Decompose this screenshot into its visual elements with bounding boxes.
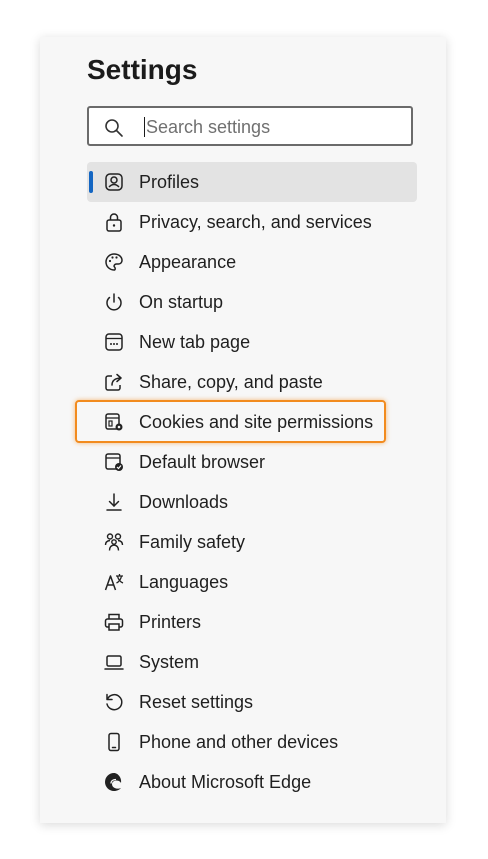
- edge-logo-icon: [103, 771, 125, 793]
- nav-item-phone-devices[interactable]: Phone and other devices: [87, 722, 417, 762]
- nav-item-default-browser[interactable]: Default browser: [87, 442, 417, 482]
- power-icon: [103, 291, 125, 313]
- nav-item-share-copy-paste[interactable]: Share, copy, and paste: [87, 362, 417, 402]
- search-input[interactable]: [144, 114, 403, 140]
- settings-panel: Settings Profiles Privacy, search, and s…: [40, 37, 446, 823]
- phone-icon: [103, 731, 125, 753]
- nav-item-label: Privacy, search, and services: [139, 212, 372, 232]
- nav-item-label: Languages: [139, 572, 229, 592]
- nav-item-printers[interactable]: Printers: [87, 602, 417, 642]
- nav-item-downloads[interactable]: Downloads: [87, 482, 417, 522]
- text-caret: [144, 117, 145, 137]
- nav-item-label: Default browser: [139, 452, 266, 472]
- nav-item-appearance[interactable]: Appearance: [87, 242, 417, 282]
- nav-item-label: Share, copy, and paste: [139, 372, 323, 392]
- new-tab-icon: [103, 331, 125, 353]
- nav-item-languages[interactable]: Languages: [87, 562, 417, 602]
- nav-item-label: Printers: [139, 612, 202, 632]
- family-icon: [103, 531, 125, 553]
- search-box[interactable]: [87, 106, 413, 146]
- nav-item-label: System: [139, 652, 200, 672]
- share-icon: [103, 371, 125, 393]
- nav-item-about-edge[interactable]: About Microsoft Edge: [87, 762, 417, 802]
- nav-item-label: Profiles: [139, 172, 200, 192]
- nav-item-label: Phone and other devices: [139, 732, 339, 752]
- languages-icon: [103, 571, 125, 593]
- download-icon: [103, 491, 125, 513]
- nav-item-profiles[interactable]: Profiles: [87, 162, 417, 202]
- settings-nav: Profiles Privacy, search, and services A…: [87, 162, 417, 802]
- nav-item-label: Downloads: [139, 492, 229, 512]
- page-title: Settings: [87, 54, 198, 85]
- nav-item-reset-settings[interactable]: Reset settings: [87, 682, 417, 722]
- cookies-permissions-icon: [103, 411, 125, 433]
- nav-item-new-tab-page[interactable]: New tab page: [87, 322, 417, 362]
- palette-icon: [103, 251, 125, 273]
- default-browser-icon: [103, 451, 125, 473]
- lock-icon: [103, 211, 125, 233]
- reset-icon: [103, 691, 125, 713]
- nav-item-label: Appearance: [139, 252, 237, 272]
- nav-item-family-safety[interactable]: Family safety: [87, 522, 417, 562]
- nav-item-cookies-site-permissions[interactable]: Cookies and site permissions: [87, 402, 417, 442]
- nav-item-label: New tab page: [139, 332, 251, 352]
- nav-item-label: About Microsoft Edge: [139, 772, 312, 792]
- printer-icon: [103, 611, 125, 633]
- nav-item-label: Family safety: [139, 532, 246, 552]
- nav-item-label: On startup: [139, 292, 224, 312]
- nav-item-label: Reset settings: [139, 692, 254, 712]
- search-icon: [104, 118, 124, 138]
- nav-item-system[interactable]: System: [87, 642, 417, 682]
- nav-item-on-startup[interactable]: On startup: [87, 282, 417, 322]
- nav-item-privacy[interactable]: Privacy, search, and services: [87, 202, 417, 242]
- active-indicator: [89, 171, 93, 193]
- laptop-icon: [103, 651, 125, 673]
- profile-icon: [103, 171, 125, 193]
- nav-item-label: Cookies and site permissions: [139, 412, 374, 432]
